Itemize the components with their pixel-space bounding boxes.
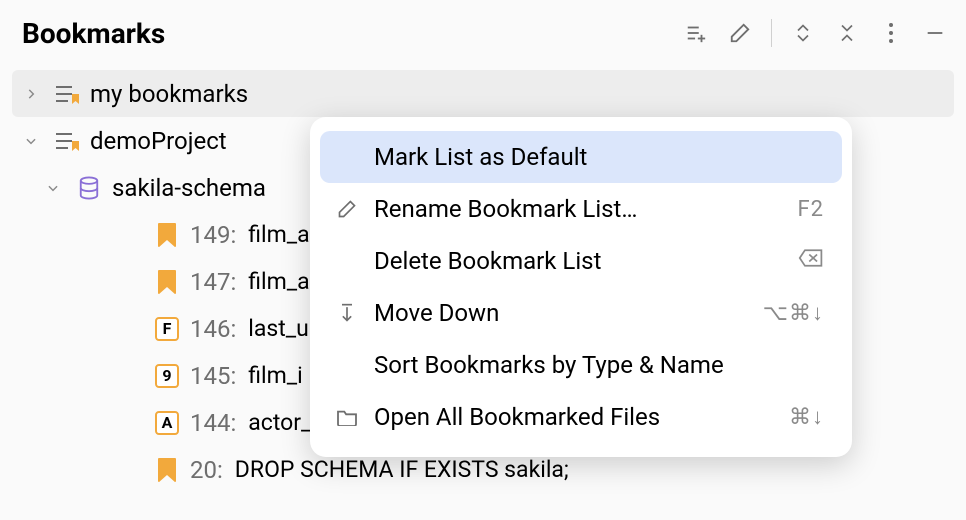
bookmark-text: film_i [248,362,302,389]
mnemonic-9-icon: 9 [152,364,182,388]
chevron-right-icon[interactable] [18,87,44,101]
line-number: 149: [190,221,236,249]
menu-move-down[interactable]: Move Down ⌥⌘↓ [320,287,842,339]
menu-sort[interactable]: Sort Bookmarks by Type & Name [320,339,842,391]
edit-icon[interactable] [727,20,753,46]
menu-label: Open All Bookmarked Files [374,403,775,431]
minimize-icon[interactable] [922,20,948,46]
collapse-icon[interactable] [834,20,860,46]
header-divider [771,19,772,47]
menu-shortcut: ⌥⌘↓ [763,300,824,326]
pencil-icon [334,199,360,219]
panel-title: Bookmarks [22,17,165,50]
panel-header: Bookmarks [0,0,966,66]
line-number: 145: [190,362,236,390]
bookmark-icon [152,458,182,482]
more-icon[interactable] [878,20,904,46]
list-icon [52,129,82,153]
list-label: demoProject [90,127,227,155]
menu-rename[interactable]: Rename Bookmark List… F2 [320,183,842,235]
line-number: 146: [190,315,236,343]
folder-icon [334,408,360,426]
mnemonic-f-icon: F [152,317,182,341]
menu-label: Sort Bookmarks by Type & Name [374,351,810,379]
expand-icon[interactable] [790,20,816,46]
file-label: sakila-schema [112,174,266,202]
header-actions [683,19,948,47]
menu-label: Delete Bookmark List [374,247,784,275]
menu-delete[interactable]: Delete Bookmark List [320,235,842,287]
line-number: 20: [190,456,223,484]
menu-label: Move Down [374,299,749,327]
bookmark-text: film_a [248,221,309,248]
chevron-down-icon[interactable] [40,181,66,195]
chevron-down-icon[interactable] [18,134,44,148]
menu-shortcut: ⌘↓ [789,404,824,430]
context-menu: Mark List as Default Rename Bookmark Lis… [310,117,852,457]
bookmark-icon [152,223,182,247]
line-number: 144: [190,409,236,437]
delete-shortcut-icon [798,248,824,274]
line-number: 147: [190,268,236,296]
bookmark-text: film_a [248,268,309,295]
menu-mark-default[interactable]: Mark List as Default [320,131,842,183]
list-label: my bookmarks [90,80,248,108]
menu-shortcut: F2 [797,197,824,222]
bookmark-list-my-bookmarks[interactable]: my bookmarks [12,70,954,117]
list-icon [52,82,82,106]
database-icon [74,176,104,200]
move-down-icon [334,302,360,324]
menu-open-all[interactable]: Open All Bookmarked Files ⌘↓ [320,391,842,443]
menu-label: Mark List as Default [374,143,810,171]
bookmark-text: DROP SCHEMA IF EXISTS sakila; [235,456,569,483]
bookmarks-panel: Bookmarks [0,0,966,520]
new-list-icon[interactable] [683,20,709,46]
menu-label: Rename Bookmark List… [374,195,783,223]
mnemonic-a-icon: A [152,411,182,435]
bookmark-icon [152,270,182,294]
